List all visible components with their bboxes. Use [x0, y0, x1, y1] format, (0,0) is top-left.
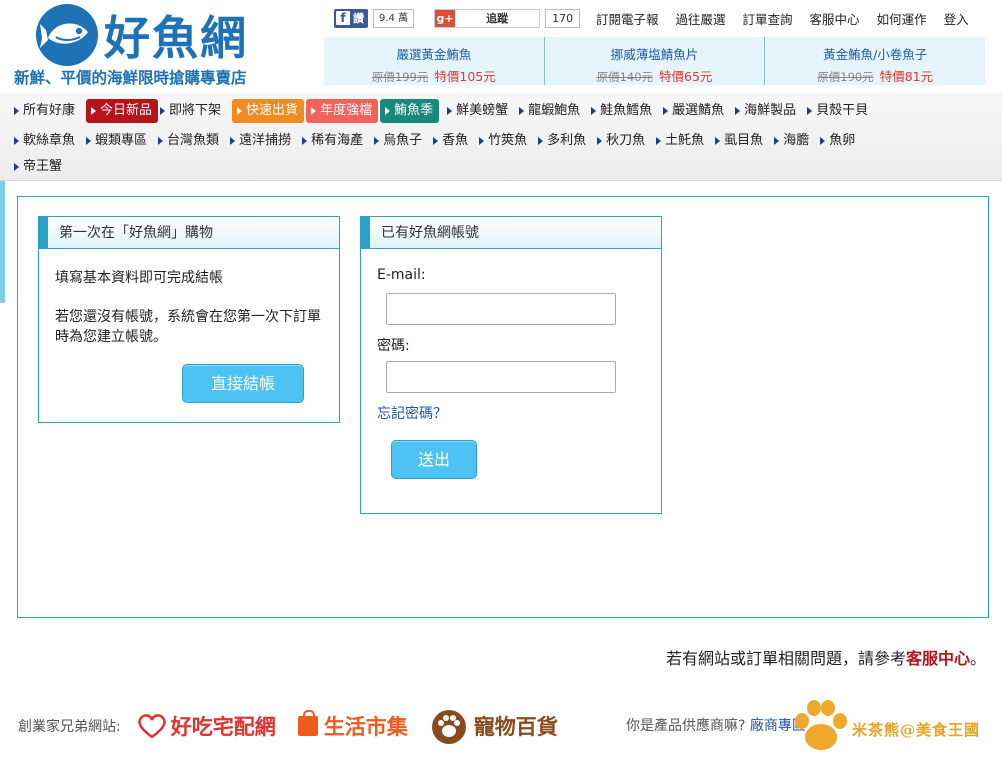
- category-horse-mackerel[interactable]: 竹筴魚: [479, 129, 527, 153]
- guest-panel-intro: 填寫基本資料即可完成結帳: [55, 270, 223, 286]
- promo-item[interactable]: 挪威薄塩鯖魚片 原價140元 特價65元: [545, 37, 766, 85]
- google-plus-count: 170: [545, 8, 581, 28]
- category-sweetfish[interactable]: 香魚: [433, 129, 468, 153]
- promo-old-price: 原價190元: [817, 70, 874, 84]
- category-deep-sea[interactable]: 遠洋捕撈: [230, 129, 291, 153]
- member-login-panel: 已有好魚網帳號 E-mail: 密碼: 忘記密碼？ 送出: [360, 216, 662, 514]
- sister-site-label: 寵物百貨: [473, 715, 558, 739]
- promo-title: 挪威薄塩鯖魚片: [610, 47, 699, 62]
- category-rare-seafood[interactable]: 稀有海產: [302, 129, 363, 153]
- promo-new-price: 特價105元: [434, 69, 496, 84]
- sister-site-label: 好吃宅配網: [170, 715, 276, 739]
- category-squid-octopus[interactable]: 軟絲章魚: [14, 129, 75, 153]
- facebook-like-label: 讚: [353, 12, 364, 25]
- shopping-bag-icon: [297, 710, 318, 736]
- category-all-deals[interactable]: 所有好康: [14, 99, 75, 123]
- watermark: 米茶熊@美食王國: [790, 693, 995, 759]
- topnav-customer-service[interactable]: 客服中心: [810, 9, 860, 28]
- guest-panel-title: 第一次在「好魚網」購物: [39, 217, 339, 249]
- promo-title: 嚴選黃金鮪魚: [396, 47, 472, 62]
- guest-checkout-panel: 第一次在「好魚網」購物 填寫基本資料即可完成結帳 若您還沒有帳號，系統會在您第一…: [38, 216, 340, 423]
- category-annual-hits[interactable]: 年度強檔: [306, 99, 379, 123]
- category-row: 所有好康 今日新品 即將下架 快速出貨 年度強檔 鮪魚季 鮮美螃蟹 龍蝦鮑魚 鮭…: [14, 99, 879, 123]
- category-tuna-season[interactable]: 鮪魚季: [380, 99, 440, 123]
- facebook-like-button[interactable]: f 讚: [334, 8, 368, 28]
- promo-old-price: 原價199元: [371, 70, 429, 84]
- login-panel-title: 已有好魚網帳號: [361, 217, 661, 249]
- password-field[interactable]: [386, 361, 616, 393]
- category-dory[interactable]: 多利魚: [538, 129, 586, 153]
- promo-bar: 嚴選黃金鮪魚 原價199元 特價105元 挪威薄塩鯖魚片 原價140元 特價65元 …: [324, 37, 985, 85]
- help-suffix: 。: [969, 649, 986, 668]
- help-text: 若有網站或訂單相關問題，請參考: [665, 649, 906, 668]
- sister-site-market[interactable]: 生活市集: [297, 710, 408, 741]
- facebook-like-count: 9.4 萬: [373, 8, 415, 28]
- google-plus-label: 追蹤: [486, 12, 509, 25]
- heart-logo-icon: [137, 714, 166, 739]
- sister-site-label: 生活市集: [323, 715, 408, 739]
- category-nav: 所有好康 今日新品 即將下架 快速出貨 年度強檔 鮪魚季 鮮美螃蟹 龍蝦鮑魚 鮭…: [0, 93, 1002, 181]
- topnav-how-it-works[interactable]: 如何運作: [877, 9, 927, 28]
- sister-site-pets[interactable]: 寵物百貨: [430, 708, 558, 744]
- category-row: 帝王蟹: [14, 155, 73, 179]
- category-saury[interactable]: 秋刀魚: [597, 129, 645, 153]
- facebook-icon: f: [336, 11, 350, 25]
- category-crab[interactable]: 鮮美螃蟹: [447, 99, 508, 123]
- social-bar: f 讚 9.4 萬 g+ 追蹤 170: [334, 8, 581, 28]
- category-seafood-products[interactable]: 海鮮製品: [735, 99, 796, 123]
- help-line: 若有網站或訂單相關問題，請參考客服中心。: [666, 645, 986, 669]
- left-accent-bar: [0, 181, 5, 303]
- site-logo[interactable]: 好魚網 新鮮、平價的海鮮限時搶購專賣店: [12, 4, 312, 88]
- forgot-password-link[interactable]: 忘記密碼？: [377, 403, 447, 423]
- category-mackerel[interactable]: 嚴選鯖魚: [663, 99, 724, 123]
- google-plus-follow-button[interactable]: g+ 追蹤: [434, 8, 541, 28]
- promo-old-price: 原價140元: [596, 70, 654, 84]
- sister-site-delivery[interactable]: 好吃宅配網: [135, 711, 276, 741]
- category-milkfish[interactable]: 虱目魚: [715, 129, 763, 153]
- email-field[interactable]: [386, 293, 616, 325]
- topnav-past-picks[interactable]: 過往嚴選: [676, 9, 726, 28]
- sister-sites: 創業家兄弟網站: 好吃宅配網 生活市集 寵物百貨: [18, 708, 580, 744]
- category-mullet-roe[interactable]: 烏魚子: [374, 129, 422, 153]
- promo-new-price: 特價81元: [879, 69, 934, 84]
- watermark-text: 米茶熊@美食王國: [852, 721, 981, 739]
- promo-title: 黃金鮪魚/小卷魚子: [823, 47, 928, 62]
- category-fish-roe[interactable]: 魚卵: [820, 129, 855, 153]
- category-king-crab[interactable]: 帝王蟹: [14, 155, 62, 179]
- google-plus-icon: g+: [435, 9, 456, 27]
- paw-icon: [431, 710, 466, 744]
- slogan: 新鮮、平價的海鮮限時搶購專賣店: [14, 69, 247, 87]
- category-fast-shipping[interactable]: 快速出貨: [232, 99, 305, 123]
- guest-panel-note: 若您還沒有帳號，系統會在您第一次下訂單時為您建立帳號。: [55, 309, 321, 345]
- topnav-login[interactable]: 登入: [944, 9, 969, 28]
- category-shellfish-scallop[interactable]: 貝殼干貝: [807, 99, 868, 123]
- sister-sites-label: 創業家兄弟網站:: [18, 719, 121, 735]
- supplier-line: 你是產品供應商嘛? 廠商專區: [626, 715, 806, 735]
- category-shrimp[interactable]: 蝦類專區: [86, 129, 147, 153]
- top-nav: 訂閱電子報 過往嚴選 訂單查詢 客服中心 如何運作 登入: [596, 9, 969, 28]
- paw-watermark-icon: [795, 700, 847, 750]
- category-lobster-abalone[interactable]: 龍蝦鮑魚: [519, 99, 580, 123]
- fish-logo-icon: [36, 4, 98, 66]
- promo-new-price: 特價65元: [659, 69, 713, 84]
- email-label: E-mail:: [377, 267, 426, 283]
- supplier-text: 你是產品供應商嘛?: [626, 718, 746, 734]
- category-taiwan-fish[interactable]: 台灣魚類: [158, 129, 219, 153]
- category-today-new[interactable]: 今日新品: [86, 99, 159, 123]
- promo-item[interactable]: 嚴選黃金鮪魚 原價199元 特價105元: [324, 37, 545, 85]
- logo-text: 好魚網: [104, 11, 248, 65]
- category-salmon-cod[interactable]: 鮭魚鱈魚: [591, 99, 652, 123]
- direct-checkout-button[interactable]: 直接結帳: [182, 364, 304, 403]
- password-label: 密碼:: [377, 338, 410, 354]
- login-submit-button[interactable]: 送出: [391, 440, 477, 479]
- customer-service-link[interactable]: 客服中心: [906, 649, 970, 668]
- topnav-order-lookup[interactable]: 訂單查詢: [743, 9, 793, 28]
- topnav-newsletter[interactable]: 訂閱電子報: [596, 9, 659, 28]
- category-sea-urchin[interactable]: 海膽: [774, 129, 809, 153]
- category-row: 軟絲章魚 蝦類專區 台灣魚類 遠洋捕撈 稀有海產 烏魚子 香魚 竹筴魚 多利魚 …: [14, 129, 866, 153]
- category-ending-soon[interactable]: 即將下架: [160, 99, 221, 123]
- promo-item[interactable]: 黃金鮪魚/小卷魚子 原價190元 特價81元: [765, 37, 985, 85]
- category-spanish-mackerel[interactable]: 土魠魚: [656, 129, 704, 153]
